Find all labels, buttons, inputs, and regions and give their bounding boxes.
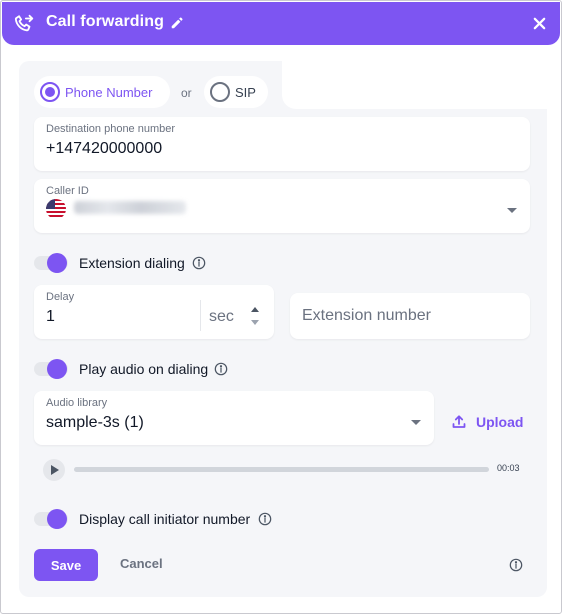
delay-value: 1	[46, 308, 55, 325]
save-label: Save	[50, 557, 82, 573]
destination-phone-value: +147420000000	[46, 140, 163, 157]
display-initiator-toggle[interactable]	[34, 509, 68, 529]
play-audio-toggle[interactable]	[34, 359, 68, 379]
destination-phone-field[interactable]: Destination phone number +147420000000	[34, 117, 530, 171]
seek-bar[interactable]	[74, 467, 489, 472]
audio-library-label: Audio library	[46, 397, 108, 409]
audio-duration: 00:03	[497, 463, 520, 473]
cancel-button[interactable]: Cancel	[120, 556, 163, 571]
delay-label: Delay	[46, 291, 75, 303]
info-icon[interactable]	[192, 256, 206, 270]
display-initiator-label: Display call initiator number	[79, 511, 251, 527]
increment-icon[interactable]	[251, 307, 259, 312]
caller-id-redacted-value	[74, 201, 186, 214]
toggle-knob	[47, 509, 67, 529]
dialog-header: Call forwarding	[2, 2, 560, 45]
upload-label: Upload	[476, 414, 524, 430]
extension-number-input[interactable]: Extension number	[290, 293, 530, 339]
radio-unchecked-icon	[210, 82, 230, 102]
info-icon[interactable]	[258, 512, 272, 526]
tab-notch	[282, 61, 547, 109]
radio-phone-number-label: Phone Number	[65, 84, 153, 100]
destination-phone-label: Destination phone number	[46, 123, 176, 135]
radio-phone-number[interactable]: Phone Number	[34, 76, 170, 108]
delay-divider	[200, 300, 201, 331]
edit-icon[interactable]	[170, 16, 184, 30]
save-button[interactable]: Save	[34, 549, 98, 581]
dialog-title: Call forwarding	[46, 13, 164, 30]
play-audio-label: Play audio on dialing	[79, 361, 209, 377]
call-forwarding-dialog: Call forwarding Phone Number or SIP Dest…	[0, 0, 562, 614]
radio-sip-label: SIP	[235, 84, 256, 100]
delay-unit: sec	[209, 308, 234, 325]
audio-library-select[interactable]: Audio library sample-3s (1)	[34, 391, 434, 445]
upload-button[interactable]: Upload	[451, 411, 523, 433]
extension-dialing-label: Extension dialing	[79, 255, 185, 271]
chevron-down-icon	[507, 208, 517, 213]
help-info-icon[interactable]	[509, 558, 523, 572]
call-forward-icon	[14, 14, 34, 32]
or-separator: or	[181, 86, 192, 100]
radio-checked-icon	[40, 82, 60, 102]
decrement-icon[interactable]	[251, 320, 259, 325]
play-icon[interactable]	[43, 459, 65, 481]
extension-number-placeholder: Extension number	[302, 307, 431, 324]
extension-dialing-toggle[interactable]	[34, 253, 68, 273]
caller-id-select[interactable]: Caller ID	[34, 179, 530, 233]
caller-id-label: Caller ID	[46, 185, 89, 197]
audio-player: 00:03	[41, 457, 531, 481]
toggle-knob	[47, 253, 67, 273]
close-icon[interactable]	[532, 16, 547, 31]
delay-field[interactable]: Delay 1 sec	[34, 285, 274, 339]
chevron-down-icon	[411, 420, 421, 425]
upload-icon	[452, 415, 466, 428]
info-icon[interactable]	[214, 362, 228, 376]
radio-sip[interactable]: SIP	[204, 76, 268, 108]
audio-library-value: sample-3s (1)	[46, 414, 144, 431]
toggle-knob	[47, 359, 67, 379]
us-flag-icon	[46, 199, 66, 219]
